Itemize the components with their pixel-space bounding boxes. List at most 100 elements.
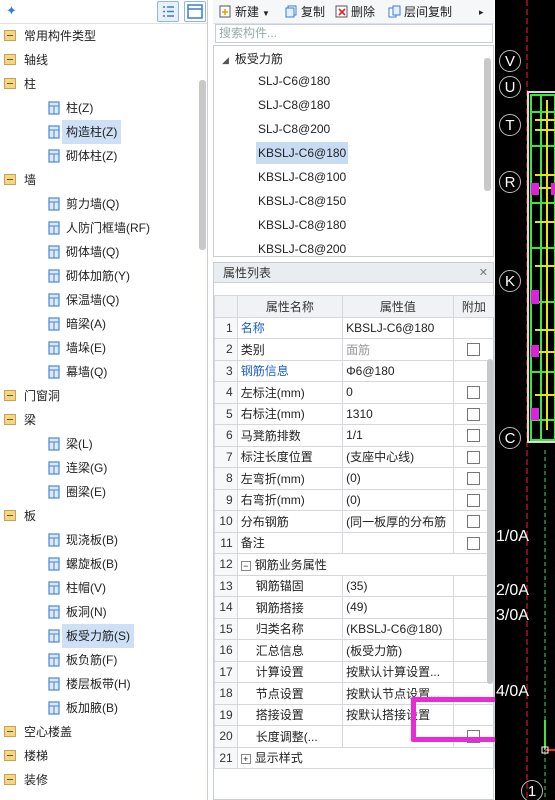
extra-cell[interactable] (452, 316, 496, 339)
close-icon[interactable]: ✕ (479, 263, 488, 283)
tree-item-26[interactable]: 板负筋(F) (0, 648, 200, 672)
extra-checkbox[interactable] (467, 386, 481, 400)
property-value[interactable]: 1310 (342, 402, 454, 425)
property-row[interactable]: 21 + 显示样式 (214, 746, 496, 769)
list-view-icon[interactable] (157, 1, 179, 22)
component-list-item[interactable]: KBSLJ-C8@180 (258, 214, 346, 236)
extra-checkbox[interactable] (467, 407, 481, 421)
extra-checkbox[interactable] (467, 493, 481, 507)
tree-item-21[interactable]: 现浇板(B) (0, 528, 200, 552)
tree-category-0[interactable]: 常用构件类型 (0, 24, 200, 48)
property-row[interactable]: 8 左弯折(mm) (0) (214, 467, 496, 490)
property-row[interactable]: 4 左标注(mm) 0 (214, 381, 496, 404)
component-list-item[interactable]: SLJ-C8@180 (258, 94, 330, 116)
tree-item-23[interactable]: 柱帽(V) (0, 576, 200, 600)
tree-item-27[interactable]: 楼层板带(H) (0, 672, 200, 696)
tree-item-5[interactable]: 砌体柱(Z) (0, 144, 200, 168)
property-value[interactable]: (0) (342, 467, 454, 490)
copy-button[interactable]: 复制 (285, 0, 325, 24)
tree-item-25[interactable]: 板受力筋(S) (0, 624, 200, 648)
tree-item-19[interactable]: 圈梁(E) (0, 480, 200, 504)
property-row[interactable]: 12− 钢筋业务属性 (214, 553, 496, 576)
tree-category-15[interactable]: 门窗洞 (0, 384, 200, 408)
tree-item-7[interactable]: 剪力墙(Q) (0, 192, 200, 216)
property-row[interactable]: 2 类别 面筋 (214, 338, 496, 361)
property-row[interactable]: 16 汇总信息 (板受力筋) (214, 639, 496, 662)
property-value[interactable] (342, 531, 454, 554)
folder-icon[interactable] (4, 774, 16, 785)
folder-icon[interactable] (4, 390, 16, 401)
property-row[interactable]: 10 分布钢筋 (同一板厚的分布筋 (214, 510, 496, 533)
tree-category-6[interactable]: 墙 (0, 168, 200, 192)
toolbar-overflow-button[interactable]: ▸ (479, 0, 484, 24)
folder-icon[interactable] (4, 510, 16, 521)
tree-item-9[interactable]: 砌体墙(Q) (0, 240, 200, 264)
component-search-input[interactable]: 搜索构件... (215, 24, 493, 43)
delete-button[interactable]: 删除 (335, 0, 375, 24)
folder-icon[interactable] (4, 414, 16, 425)
tree-category-20[interactable]: 板 (0, 504, 200, 528)
tree-item-22[interactable]: 螺旋板(B) (0, 552, 200, 576)
folder-icon[interactable] (4, 174, 16, 185)
property-row[interactable]: 6 马凳筋排数 1/1 (214, 424, 496, 447)
tree-category-31[interactable]: 装修 (0, 768, 200, 792)
property-row[interactable]: 3 钢筋信息 Φ6@180 (214, 359, 496, 382)
property-row[interactable]: 7 标注长度位置 (支座中心线) (214, 445, 496, 468)
component-list-item[interactable]: SLJ-C8@200 (258, 118, 330, 140)
tree-item-12[interactable]: 暗梁(A) (0, 312, 200, 336)
property-row[interactable]: 14 钢筋搭接 (49) (214, 596, 496, 619)
property-row[interactable]: 1 名称 KBSLJ-C6@180 (214, 316, 496, 339)
tree-item-13[interactable]: 墙垛(E) (0, 336, 200, 360)
property-value[interactable]: Φ6@180 (342, 359, 454, 382)
tree-item-8[interactable]: 人防门框墙(RF) (0, 216, 200, 240)
component-list-item[interactable]: SLJ-C6@180 (258, 70, 330, 92)
tree-item-28[interactable]: 板加腋(B) (0, 696, 200, 720)
cad-drawing-viewport[interactable]: V U T R K C 1/0A 2/0A 3/0A 4/0A 1 (495, 0, 555, 800)
tree-item-14[interactable]: 幕墙(Q) (0, 360, 200, 384)
tree-item-4[interactable]: 构造柱(Z) (0, 120, 200, 144)
tree-category-1[interactable]: 轴线 (0, 48, 200, 72)
component-list-item[interactable]: KBSLJ-C8@150 (258, 190, 346, 212)
tree-item-10[interactable]: 砌体加筋(Y) (0, 264, 200, 288)
sparkle-icon[interactable]: ✦ (6, 3, 17, 19)
folder-icon[interactable] (4, 726, 16, 737)
property-value[interactable]: 按默认计算设置... (342, 660, 454, 683)
expand-icon[interactable]: + (240, 754, 251, 765)
property-row[interactable]: 11 备注 (214, 531, 496, 554)
tree-category-30[interactable]: 楼梯 (0, 744, 200, 768)
list-group-header[interactable]: ◢ 板受力筋 (222, 48, 283, 70)
property-group-name[interactable]: − 钢筋业务属性 (236, 553, 496, 576)
property-value[interactable]: (KBSLJ-C6@180) (342, 617, 454, 640)
tree-category-16[interactable]: 梁 (0, 408, 200, 432)
property-value[interactable]: 1/1 (342, 424, 454, 447)
property-row[interactable]: 13 钢筋锚固 (35) (214, 574, 496, 597)
folder-icon[interactable] (4, 750, 16, 761)
tree-item-24[interactable]: 板洞(N) (0, 600, 200, 624)
property-row[interactable]: 9 右弯折(mm) (0) (214, 488, 496, 511)
property-value[interactable]: 面筋 (342, 338, 454, 361)
property-group-name[interactable]: + 显示样式 (236, 746, 496, 769)
extra-checkbox[interactable] (467, 429, 481, 443)
extra-checkbox[interactable] (467, 450, 481, 464)
floor-copy-button[interactable]: 层间复制 (388, 0, 452, 24)
collapse-triangle-icon[interactable]: ◢ (222, 55, 229, 65)
tree-category-2[interactable]: 柱 (0, 72, 200, 96)
tree-category-29[interactable]: 空心楼盖 (0, 720, 200, 744)
property-value[interactable]: (0) (342, 488, 454, 511)
component-list-item[interactable]: KBSLJ-C6@180 (256, 142, 349, 164)
new-button[interactable]: 新建 ▼ (219, 0, 270, 24)
collapse-icon[interactable]: − (240, 560, 251, 571)
component-list-item[interactable]: KBSLJ-C8@200 (258, 238, 346, 260)
property-value[interactable]: KBSLJ-C6@180 (342, 316, 454, 339)
property-row[interactable]: 15 归类名称 (KBSLJ-C6@180) (214, 617, 496, 640)
tree-item-3[interactable]: 柱(Z) (0, 96, 200, 120)
extra-checkbox[interactable] (467, 536, 481, 550)
property-value[interactable]: (49) (342, 596, 454, 619)
folder-icon[interactable] (4, 54, 16, 65)
extra-checkbox[interactable] (467, 472, 481, 486)
thumbnail-view-icon[interactable] (184, 1, 206, 22)
folder-icon[interactable] (4, 30, 16, 41)
extra-cell[interactable] (452, 338, 496, 361)
tree-item-11[interactable]: 保温墙(Q) (0, 288, 200, 312)
extra-checkbox[interactable] (467, 515, 481, 529)
